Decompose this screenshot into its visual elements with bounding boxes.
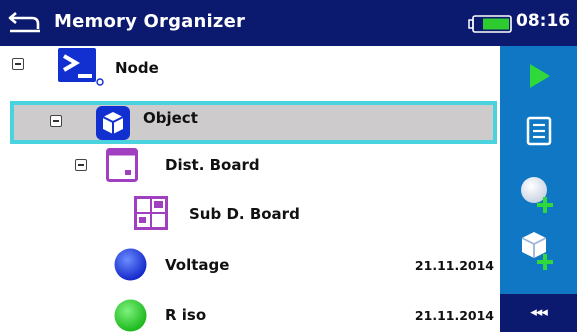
tree-item-label-voltage[interactable]: Voltage (165, 256, 229, 274)
green-circle-icon (114, 299, 147, 332)
tree-item-label-object[interactable]: Object (143, 109, 198, 127)
tree-item-label-r-iso[interactable]: R iso (165, 306, 206, 324)
collapse-toggle-node[interactable] (12, 58, 24, 70)
tree-item-label-dist-board[interactable]: Dist. Board (165, 156, 260, 174)
battery-icon (468, 15, 512, 33)
right-toolbar: ◂◂◂ (500, 46, 577, 332)
tree-item-label-sub-board[interactable]: Sub D. Board (189, 205, 300, 223)
blue-circle-icon (114, 248, 147, 281)
collapse-toolbar-button[interactable]: ◂◂◂ (500, 294, 577, 332)
add-measurement-icon[interactable] (500, 166, 577, 218)
sub-board-icon[interactable] (134, 196, 168, 230)
collapse-toggle-object[interactable] (50, 115, 62, 127)
clock-time: 08:16 (516, 11, 571, 31)
play-icon[interactable] (500, 50, 577, 102)
memory-tree: Node Object Dist. Board Sub D. Board Vol… (0, 46, 500, 332)
collapse-toggle-dist-board[interactable] (75, 159, 87, 171)
back-arrow-icon[interactable] (8, 9, 42, 35)
dist-board-icon[interactable] (106, 148, 138, 182)
measurement-date: 21.11.2014 (414, 258, 494, 273)
tree-item-label-node[interactable]: Node (115, 59, 159, 77)
measurement-date: 21.11.2014 (414, 308, 494, 323)
header-bar: Memory Organizer 08:16 (0, 0, 577, 46)
selected-row-highlight[interactable] (10, 101, 497, 144)
list-icon[interactable] (500, 106, 577, 158)
node-icon[interactable] (58, 48, 104, 88)
collapse-arrows-icon: ◂◂◂ (530, 305, 548, 320)
page-title: Memory Organizer (54, 11, 246, 32)
object-icon[interactable] (96, 106, 130, 140)
add-structure-icon[interactable] (500, 224, 577, 276)
